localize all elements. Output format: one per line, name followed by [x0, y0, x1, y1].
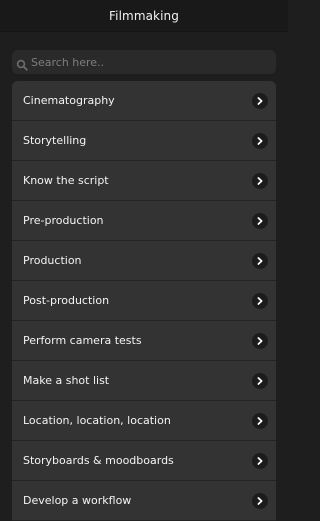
list-item-cinematography[interactable]: Cinematography [12, 81, 276, 121]
chevron-right-icon [252, 172, 268, 189]
chevron-right-icon [252, 212, 268, 229]
chevron-right-icon [252, 492, 268, 509]
app-bar: Filmmaking [0, 0, 288, 32]
chevron-right-icon [252, 292, 268, 309]
chevron-right-icon [252, 92, 268, 109]
list-item-label: Production [23, 254, 82, 267]
list-item-perform-camera-tests[interactable]: Perform camera tests [12, 321, 276, 361]
list-item-post-production[interactable]: Post-production [12, 281, 276, 321]
chevron-right-icon [252, 252, 268, 269]
chevron-right-icon [252, 372, 268, 389]
chevron-right-icon [252, 452, 268, 469]
list-item-storyboards-moodboards[interactable]: Storyboards & moodboards [12, 441, 276, 481]
list-item-label: Develop a workflow [23, 494, 132, 507]
list-item-label: Post-production [23, 294, 110, 307]
list-item-label: Cinematography [23, 94, 115, 107]
list-item-know-the-script[interactable]: Know the script [12, 161, 276, 201]
list-item-label: Location, location, location [23, 414, 171, 427]
list-item-pre-production[interactable]: Pre-production [12, 201, 276, 241]
search-box[interactable] [12, 50, 276, 74]
list-item-label: Storyboards & moodboards [23, 454, 174, 467]
list-item-storytelling[interactable]: Storytelling [12, 121, 276, 161]
search-input[interactable] [31, 52, 276, 72]
list-item-label: Make a shot list [23, 374, 110, 387]
list-item-label: Perform camera tests [23, 334, 142, 347]
list-item-label: Know the script [23, 174, 109, 187]
app-title: Filmmaking [109, 8, 179, 23]
search-icon [16, 56, 28, 71]
list-item-production[interactable]: Production [12, 241, 276, 281]
topic-list: Cinematography Storytelling Know the scr… [12, 81, 276, 521]
chevron-right-icon [252, 332, 268, 349]
list-item-label: Pre-production [23, 214, 104, 227]
chevron-right-icon [252, 412, 268, 429]
list-item-label: Storytelling [23, 134, 87, 147]
list-item-develop-a-workflow[interactable]: Develop a workflow [12, 481, 276, 521]
list-item-make-a-shot-list[interactable]: Make a shot list [12, 361, 276, 401]
list-item-location[interactable]: Location, location, location [12, 401, 276, 441]
chevron-right-icon [252, 132, 268, 149]
